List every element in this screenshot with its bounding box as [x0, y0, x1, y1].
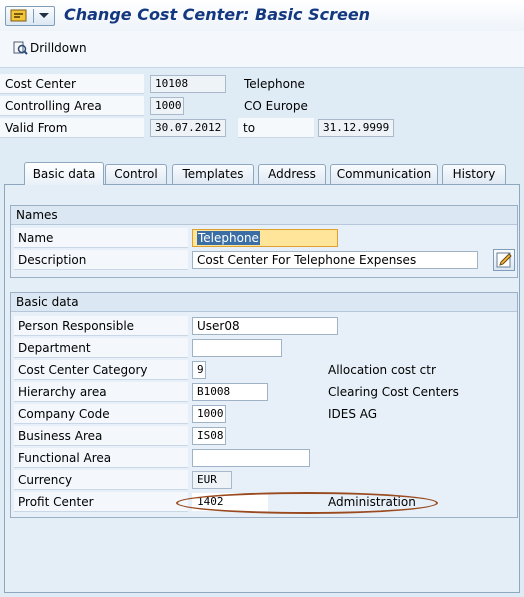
person-responsible-label: Person Responsible: [14, 316, 188, 336]
tab-communication[interactable]: Communication: [330, 164, 438, 184]
drilldown-icon: [13, 41, 28, 55]
drilldown-button[interactable]: Drilldown: [10, 39, 89, 57]
company-code-field[interactable]: 1000: [192, 405, 226, 423]
tab-history[interactable]: History: [442, 164, 506, 184]
cost-center-category-label: Cost Center Category: [14, 360, 188, 380]
drilldown-label: Drilldown: [30, 41, 87, 55]
department-field[interactable]: [192, 339, 282, 357]
application-toolbar: Drilldown: [0, 31, 524, 68]
hierarchy-area-label: Hierarchy area: [14, 382, 188, 402]
long-text-button[interactable]: [493, 249, 515, 271]
names-group-title: Names: [11, 206, 517, 225]
controlling-area-field[interactable]: 1000: [150, 97, 184, 115]
cost-center-category-description: Allocation cost ctr: [328, 363, 436, 377]
menu-icon: [10, 9, 27, 22]
hierarchy-area-description: Clearing Cost Centers: [328, 385, 459, 399]
tab-templates[interactable]: Templates: [172, 164, 254, 184]
chevron-down-icon: [39, 13, 49, 18]
profit-center-description: Administration: [328, 495, 416, 509]
person-responsible-field[interactable]: User08: [192, 317, 338, 335]
tab-control[interactable]: Control: [105, 164, 167, 184]
company-code-description: IDES AG: [328, 407, 378, 421]
name-value: Telephone: [197, 231, 260, 245]
window-title: Change Cost Center: Basic Screen: [64, 5, 371, 24]
basic-data-group-title: Basic data: [11, 293, 517, 312]
valid-to-field[interactable]: 31.12.9999: [318, 119, 394, 137]
cost-center-label: Cost Center: [0, 74, 144, 94]
hierarchy-area-field[interactable]: B1008: [192, 383, 268, 401]
business-area-field[interactable]: IS08: [192, 427, 226, 445]
cost-center-category-field[interactable]: 9: [192, 361, 206, 379]
valid-from-label: Valid From: [0, 118, 144, 138]
description-field[interactable]: Cost Center For Telephone Expenses: [192, 251, 478, 269]
profit-center-label: Profit Center: [14, 492, 188, 512]
valid-to-label: to: [238, 118, 314, 138]
valid-from-field[interactable]: 30.07.2012: [150, 119, 226, 137]
controlling-area-label: Controlling Area: [0, 96, 144, 116]
functional-area-label: Functional Area: [14, 448, 188, 468]
functional-area-field[interactable]: [192, 449, 310, 467]
title-bar: Change Cost Center: Basic Screen: [0, 0, 524, 32]
name-field[interactable]: Telephone: [192, 229, 338, 247]
company-code-label: Company Code: [14, 404, 188, 424]
system-menu-button[interactable]: [5, 6, 55, 26]
edit-pencil-icon: [496, 252, 512, 268]
profit-center-field[interactable]: 1402: [192, 493, 268, 511]
department-label: Department: [14, 338, 188, 358]
business-area-label: Business Area: [14, 426, 188, 446]
currency-field[interactable]: EUR: [192, 471, 232, 489]
currency-label: Currency: [14, 470, 188, 490]
cost-center-field[interactable]: 10108: [150, 75, 226, 93]
tab-address[interactable]: Address: [258, 164, 326, 184]
controlling-area-description: CO Europe: [244, 99, 308, 113]
name-label: Name: [14, 228, 188, 248]
tab-basic-data[interactable]: Basic data: [24, 162, 104, 185]
description-label: Description: [14, 250, 188, 270]
cost-center-description: Telephone: [244, 77, 305, 91]
